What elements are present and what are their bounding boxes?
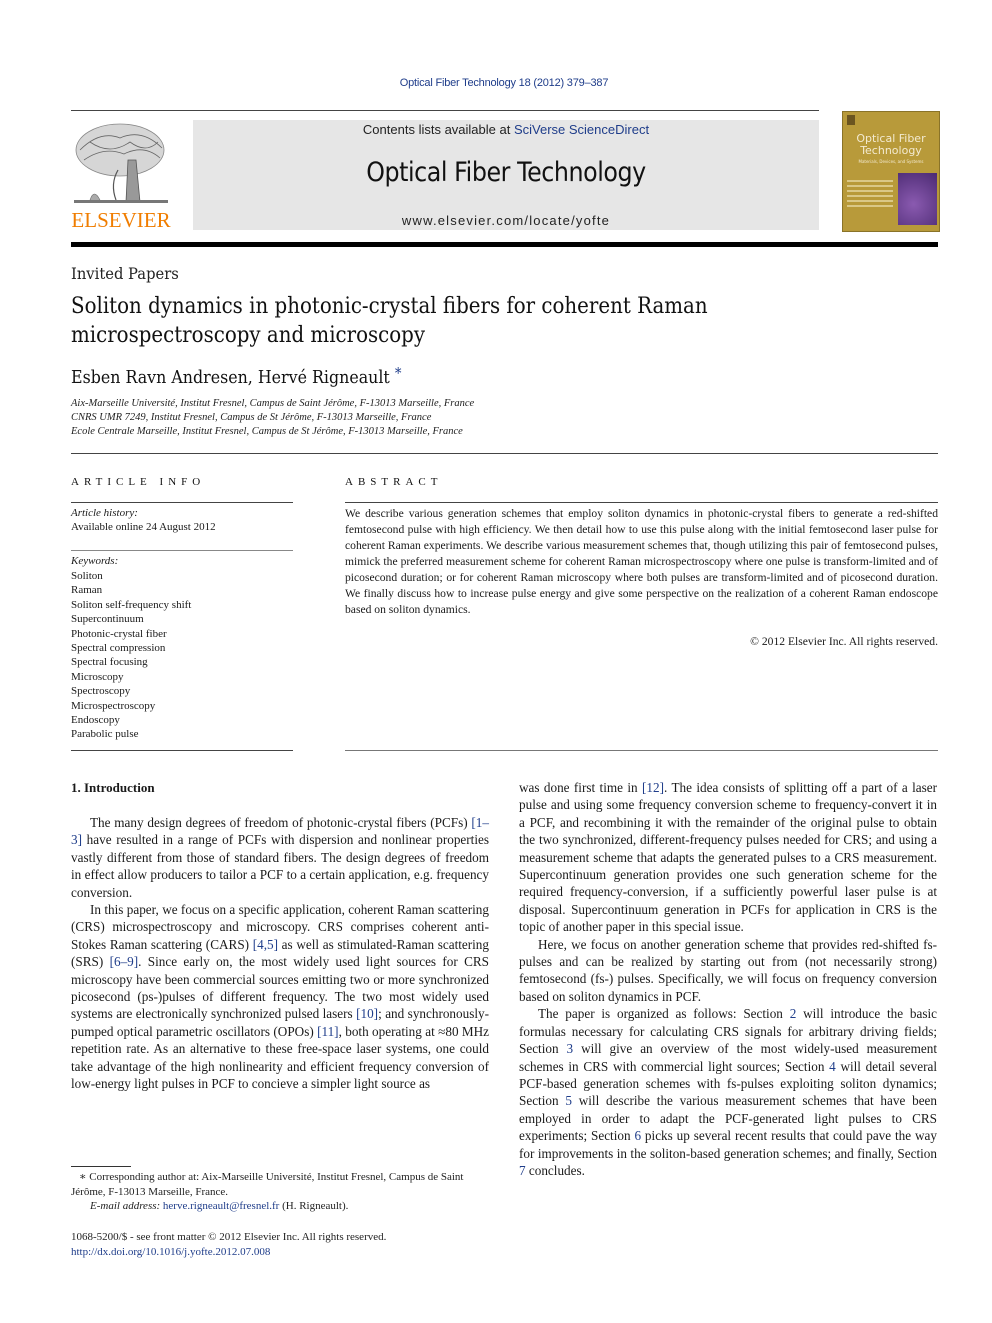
author-names: Esben Ravn Andresen, Hervé Rigneault: [71, 367, 390, 388]
divider: [71, 750, 293, 751]
citation-link[interactable]: 4: [829, 1059, 836, 1074]
keyword: Endoscopy: [71, 714, 120, 727]
corresponding-author-note: ∗ Corresponding author at: Aix-Marseille…: [71, 1170, 489, 1199]
citation-link[interactable]: [12]: [642, 780, 664, 795]
email-link[interactable]: herve.rigneault@fresnel.fr: [163, 1200, 279, 1212]
tree-icon: [74, 123, 168, 203]
body-paragraph: The many design degrees of freedom of ph…: [71, 815, 489, 900]
article-info-heading: ARTICLE INFO: [71, 476, 206, 488]
email-line: E-mail address: herve.rigneault@fresnel.…: [71, 1199, 489, 1214]
citation-link[interactable]: [1–3]: [71, 815, 489, 847]
citation-link[interactable]: 3: [567, 1041, 574, 1056]
journal-cover-thumbnail[interactable]: Optical Fiber Technology Materials, Devi…: [842, 111, 940, 232]
journal-url-link[interactable]: www.elsevier.com/locate/yofte: [193, 213, 819, 228]
footnote: ∗ Corresponding author at: Aix-Marseille…: [71, 1170, 489, 1214]
header-thick-rule: [71, 242, 938, 247]
contents-prefix: Contents lists available at: [362, 122, 514, 137]
keywords-list: Soliton Raman Soliton self-frequency shi…: [71, 569, 191, 742]
cover-emblem: [847, 115, 855, 125]
citation-link[interactable]: 2: [790, 1006, 797, 1021]
keyword: Photonic-crystal fiber: [71, 627, 167, 640]
keyword: Soliton: [71, 570, 103, 582]
section-heading-introduction: 1. Introduction: [71, 780, 155, 795]
keyword: Microspectroscopy: [71, 699, 156, 712]
cover-subtitle: Materials, Devices, and Systems: [858, 159, 924, 164]
history-value: Available online 24 August 2012: [71, 521, 216, 533]
divider: [71, 502, 293, 503]
title-rule: [71, 453, 938, 454]
citation-link[interactable]: 7: [519, 1163, 526, 1178]
keyword: Spectral compression: [71, 642, 166, 655]
journal-banner: Contents lists available at SciVerse Sci…: [193, 120, 819, 230]
keyword: Soliton self-frequency shift: [71, 598, 192, 611]
body-paragraph: The paper is organized as follows: Secti…: [519, 1006, 937, 1178]
footnote-rule: [71, 1166, 131, 1167]
elsevier-wordmark: ELSEVIER: [71, 208, 171, 232]
citation-link[interactable]: 6: [634, 1128, 641, 1143]
body-paragraph: In this paper, we focus on a specific ap…: [71, 902, 490, 1092]
citation-link[interactable]: 5: [565, 1093, 572, 1108]
citation-link[interactable]: [6–9]: [110, 954, 139, 969]
divider: [345, 750, 938, 751]
authors: Esben Ravn Andresen, Hervé Rigneault *: [71, 364, 401, 388]
body-paragraph: Here, we focus on another generation sch…: [519, 936, 937, 1004]
section-type: Invited Papers: [71, 264, 179, 283]
sciencedirect-link[interactable]: SciVerse ScienceDirect: [514, 122, 649, 137]
keyword: Raman: [71, 584, 103, 597]
email-suffix: (H. Rigneault).: [279, 1200, 349, 1213]
keyword: Parabolic pulse: [71, 728, 139, 741]
keyword: Spectroscopy: [71, 685, 131, 698]
journal-title: Optical Fiber Technology: [366, 157, 646, 188]
header-rule: [71, 110, 819, 111]
email-label: E-mail address:: [90, 1200, 161, 1213]
affiliation: Ecole Centrale Marseille, Institut Fresn…: [71, 426, 463, 437]
cover-contents-lines: [847, 180, 893, 210]
abstract-text: We describe various generation schemes t…: [345, 507, 938, 616]
keyword: Supercontinuum: [71, 613, 144, 626]
doi-link[interactable]: http://dx.doi.org/10.1016/j.yofte.2012.0…: [71, 1246, 270, 1258]
issn-block: 1068-5200/$ - see front matter © 2012 El…: [71, 1230, 386, 1259]
abstract-heading: ABSTRACT: [345, 476, 443, 488]
abstract-copyright: © 2012 Elsevier Inc. All rights reserved…: [750, 635, 938, 648]
body-column-left: The many design degrees of freedom of ph…: [71, 814, 489, 1093]
issn-line: 1068-5200/$ - see front matter © 2012 El…: [71, 1231, 387, 1243]
article-title: Soliton dynamics in photonic-crystal fib…: [71, 293, 708, 348]
cover-artwork: [898, 173, 937, 225]
keyword: Spectral focusing: [71, 656, 148, 669]
keywords-label: Keywords:: [71, 555, 119, 567]
citation-link[interactable]: [11]: [317, 1024, 338, 1039]
citation-link[interactable]: [10]: [356, 1006, 378, 1021]
affiliation: CNRS UMR 7249, Institut Fresnel, Campus …: [71, 412, 432, 423]
journal-reference-link[interactable]: Optical Fiber Technology 18 (2012) 379–3…: [0, 77, 992, 89]
divider: [345, 502, 938, 503]
body-column-right: was done first time in [12]. The idea co…: [519, 779, 937, 1179]
body-paragraph: was done first time in [12]. The idea co…: [519, 780, 938, 935]
corresponding-author-text: ∗ Corresponding author at: Aix-Marseille…: [71, 1171, 464, 1198]
affiliations: Aix-Marseille Université, Institut Fresn…: [71, 397, 474, 439]
history-label: Article history:: [71, 507, 138, 519]
divider: [71, 550, 293, 551]
cover-title: Optical Fiber Technology: [856, 132, 926, 157]
citation-link[interactable]: [4,5]: [253, 937, 278, 952]
affiliation: Aix-Marseille Université, Institut Fresn…: [71, 398, 475, 409]
corresponding-author-mark[interactable]: *: [395, 364, 402, 382]
keyword: Microscopy: [71, 670, 124, 683]
contents-line: Contents lists available at SciVerse Sci…: [193, 122, 819, 137]
